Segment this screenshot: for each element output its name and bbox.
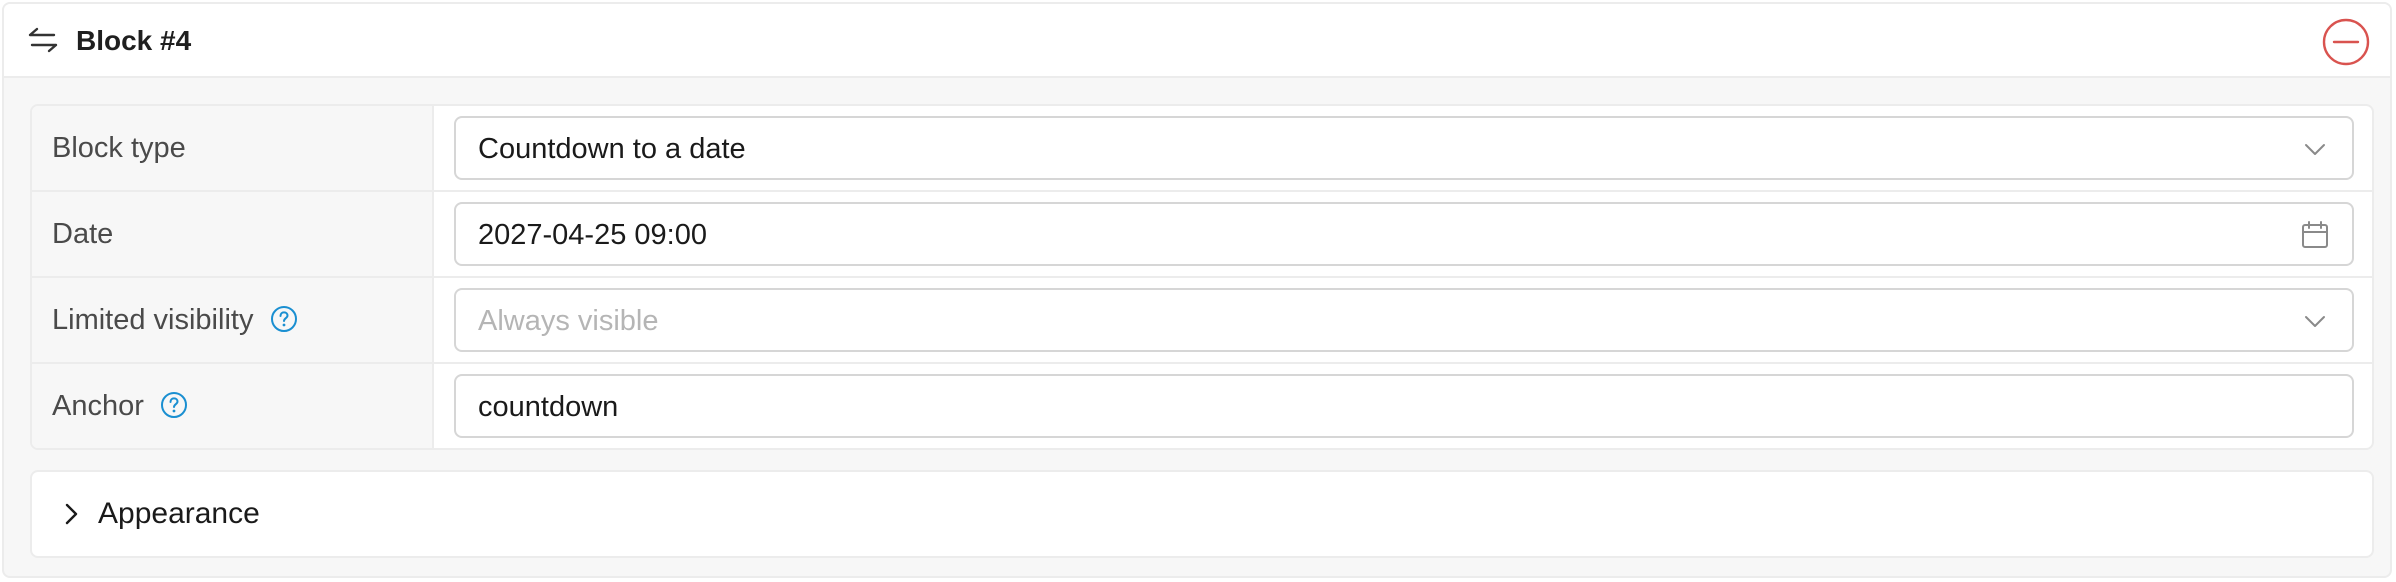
label-cell: Anchor: [32, 364, 434, 448]
anchor-label-wrap: Anchor: [52, 388, 188, 424]
chevron-down-icon: [2305, 316, 2325, 327]
limited-visibility-select[interactable]: Always visible: [454, 288, 2354, 352]
anchor-label: Anchor: [52, 390, 144, 422]
label-cell: Date: [32, 192, 434, 276]
block-header: Block #4: [4, 4, 2390, 78]
swap-arrows-icon[interactable]: [28, 26, 58, 54]
block-type-select[interactable]: Countdown to a date: [454, 116, 2354, 180]
help-icon[interactable]: [270, 305, 298, 333]
row-limited-visibility: Limited visibility Always visible: [32, 278, 2372, 364]
calendar-icon[interactable]: [2300, 220, 2330, 250]
block-type-value: Countdown to a date: [478, 133, 746, 165]
block-type-label: Block type: [52, 132, 186, 164]
label-cell: Limited visibility: [32, 278, 434, 362]
chevron-down-icon: [2305, 144, 2325, 155]
limited-visibility-placeholder: Always visible: [478, 305, 659, 337]
chevron-right-icon: [65, 503, 78, 525]
block-title: Block #4: [76, 25, 192, 56]
anchor-input[interactable]: countdown: [454, 374, 2354, 438]
appearance-section-toggle[interactable]: Appearance: [30, 470, 2374, 558]
date-value: 2027-04-25 09:00: [478, 219, 707, 251]
limited-visibility-label: Limited visibility: [52, 304, 254, 336]
appearance-label: Appearance: [98, 497, 260, 530]
help-icon[interactable]: [160, 391, 188, 419]
row-block-type: Block type Countdown to a date: [32, 106, 2372, 192]
date-label: Date: [52, 218, 114, 250]
block-settings-table: Block type Countdown to a date Date 2027…: [30, 104, 2374, 450]
label-cell: Block type: [32, 106, 434, 190]
limited-visibility-label-wrap: Limited visibility: [52, 302, 298, 338]
minus-circle-icon[interactable]: [2322, 18, 2370, 66]
block-panel: Block #4 Block type Countdown to a date …: [2, 2, 2392, 578]
row-anchor: Anchor countdown: [32, 364, 2372, 448]
row-date: Date 2027-04-25 09:00: [32, 192, 2372, 278]
date-input[interactable]: 2027-04-25 09:00: [454, 202, 2354, 266]
anchor-value: countdown: [478, 391, 619, 423]
